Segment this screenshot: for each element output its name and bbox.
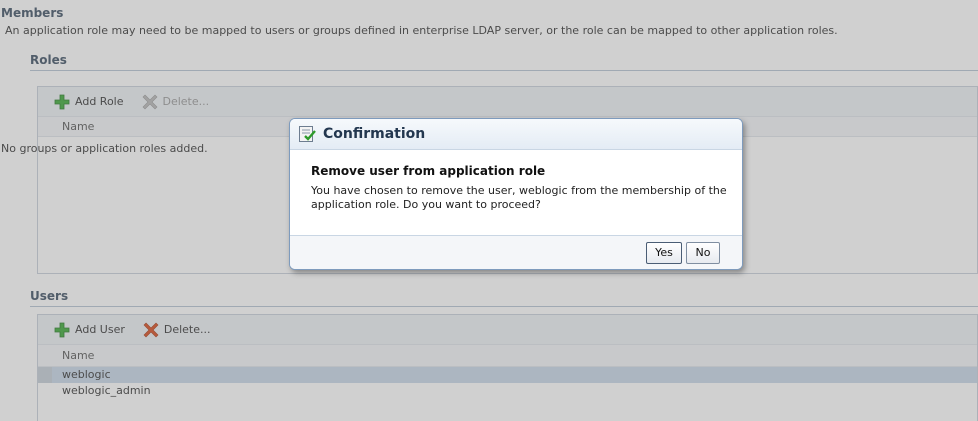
confirmation-dialog: Confirmation Remove user from applicatio… — [289, 118, 743, 270]
yes-button[interactable]: Yes — [646, 242, 682, 264]
dialog-titlebar: Confirmation — [290, 119, 742, 150]
dialog-body: Remove user from application role You ha… — [290, 150, 742, 212]
dialog-footer: Yes No — [290, 235, 742, 269]
dialog-title: Confirmation — [323, 126, 426, 142]
no-button[interactable]: No — [686, 242, 720, 264]
dialog-message: You have chosen to remove the user, webl… — [311, 184, 727, 211]
confirmation-check-icon — [299, 126, 316, 142]
dialog-heading: Remove user from application role — [311, 164, 546, 178]
